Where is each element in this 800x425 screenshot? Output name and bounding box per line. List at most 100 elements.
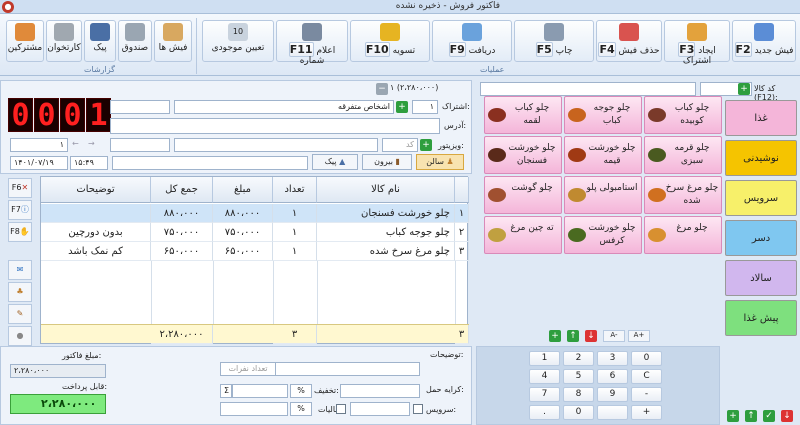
- keypad-key[interactable]: 6: [597, 369, 628, 384]
- tax-input[interactable]: [220, 402, 288, 416]
- service-checkbox[interactable]: [413, 404, 423, 414]
- food-item-button[interactable]: چلو مرغ: [644, 216, 722, 254]
- date-input[interactable]: ۱۴۰۱/۰۷/۱۹: [10, 156, 68, 170]
- category-button[interactable]: سرویس: [725, 180, 797, 216]
- customers-button[interactable]: مشترکین: [6, 20, 44, 62]
- keypad-key[interactable]: 9: [597, 387, 628, 402]
- table-row[interactable]: کم نمک باشد ۶۵۰،۰۰۰ ۶۵۰،۰۰۰ ۱ چلو مرغ سر…: [41, 242, 469, 261]
- address-input[interactable]: [110, 118, 440, 134]
- category-button[interactable]: غذا: [725, 100, 797, 136]
- food-item-button[interactable]: چلو قرمه سبزی: [644, 136, 722, 174]
- tax-checkbox[interactable]: [336, 404, 346, 414]
- food-item-button[interactable]: استامبولی پلو: [564, 176, 642, 214]
- category-button[interactable]: سالاد: [725, 260, 797, 296]
- sigma-icon[interactable]: Σ: [220, 384, 232, 398]
- phone-input[interactable]: [110, 100, 170, 114]
- category-button[interactable]: پیش غذا: [725, 300, 797, 336]
- food-item-button[interactable]: چلو خورشت قیمه: [564, 136, 642, 174]
- subscriber-name-input[interactable]: اشخاص متفرقه: [174, 100, 394, 114]
- discount-input[interactable]: [232, 384, 288, 398]
- row-description[interactable]: بدون دورچین: [41, 223, 151, 242]
- confirm-icon[interactable]: ✓: [763, 410, 775, 422]
- courier-type-button[interactable]: پیک ▲: [312, 154, 358, 170]
- add-icon[interactable]: +: [549, 330, 561, 342]
- food-item-button[interactable]: چلو مرغ سرخ شده: [644, 176, 722, 214]
- people-count-input[interactable]: تعداد نفرات: [220, 362, 276, 376]
- new-receipt-button[interactable]: F2 فیش جدید: [732, 20, 796, 62]
- info-button[interactable]: F7ⓘ: [8, 200, 32, 220]
- counter-input[interactable]: ۱: [10, 138, 68, 152]
- announce-number-button[interactable]: F11 اعلام شماره: [276, 20, 348, 66]
- product-search-input[interactable]: [480, 82, 696, 96]
- receipts-button[interactable]: فیش ها: [154, 20, 192, 62]
- settle-button[interactable]: F10 تسویه: [350, 20, 430, 62]
- keypad-key[interactable]: [597, 405, 628, 420]
- arrow-up-icon[interactable]: ↑: [567, 330, 579, 342]
- keypad-key[interactable]: 4: [529, 369, 560, 384]
- set-stock-button[interactable]: 10 تعیین موجودی: [202, 20, 274, 62]
- keypad-key[interactable]: 7: [529, 387, 560, 402]
- arrow-down-icon[interactable]: ↓: [585, 330, 597, 342]
- close-icon[interactable]: ●: [2, 1, 14, 13]
- row-quantity[interactable]: ۱: [273, 204, 317, 223]
- service-input[interactable]: [350, 402, 410, 416]
- takeout-type-button[interactable]: بیرون ▮: [362, 154, 412, 170]
- category-button[interactable]: نوشیدنی: [725, 140, 797, 176]
- font-increase-button[interactable]: A+: [628, 330, 650, 342]
- food-item-button[interactable]: چلو خورشت کرفس: [564, 216, 642, 254]
- add-subscriber-icon[interactable]: +: [396, 101, 408, 113]
- keypad-key[interactable]: -: [631, 387, 662, 402]
- visitor-code-input[interactable]: کد: [382, 138, 418, 152]
- subscriber-number-input[interactable]: ۱: [412, 100, 438, 114]
- time-input[interactable]: ۱۵:۴۹: [70, 156, 108, 170]
- row-quantity[interactable]: ۱: [273, 242, 317, 261]
- courier-button[interactable]: پیک: [84, 20, 116, 62]
- food-item-button[interactable]: چلو کباب لقمه: [484, 96, 562, 134]
- add-visitor-icon[interactable]: +: [420, 139, 432, 151]
- create-subscription-button[interactable]: F3 ایجاد اشتراک: [664, 20, 730, 66]
- food-item-button[interactable]: چلو خورشت فسنجان: [484, 136, 562, 174]
- salon-type-button[interactable]: سالن ♟: [416, 154, 464, 170]
- food-item-button[interactable]: ته چین مرغ: [484, 216, 562, 254]
- message-button[interactable]: ✉: [8, 260, 32, 280]
- food-item-button[interactable]: چلو جوجه کباب: [564, 96, 642, 134]
- note-input[interactable]: [112, 156, 308, 170]
- tax-percent-toggle[interactable]: %: [290, 402, 312, 416]
- row-quantity[interactable]: ۱: [273, 223, 317, 242]
- cashbox-button[interactable]: صندوق: [118, 20, 152, 62]
- food-item-button[interactable]: چلو کباب کوبیده: [644, 96, 722, 134]
- keypad-key[interactable]: 8: [563, 387, 594, 402]
- print-button[interactable]: F5 چاپ: [514, 20, 594, 62]
- font-decrease-button[interactable]: A-: [603, 330, 625, 342]
- bell-button[interactable]: ♣: [8, 282, 32, 302]
- keypad-key[interactable]: 2: [563, 351, 594, 366]
- delete-row-button[interactable]: F6✕: [8, 178, 32, 198]
- add-category-icon[interactable]: +: [727, 410, 739, 422]
- receive-button[interactable]: F9 دریافت: [432, 20, 512, 62]
- keypad-key[interactable]: C: [631, 369, 662, 384]
- row-description[interactable]: کم نمک باشد: [41, 242, 151, 261]
- discount-percent-toggle[interactable]: %: [290, 384, 312, 398]
- arrow-left-icon[interactable]: ←: [72, 139, 79, 148]
- visitor-name-input[interactable]: [174, 138, 378, 152]
- keypad-key[interactable]: +: [631, 405, 662, 420]
- keypad-key[interactable]: 0: [563, 405, 594, 420]
- food-item-button[interactable]: چلو گوشت: [484, 176, 562, 214]
- add-product-icon[interactable]: +: [738, 83, 750, 95]
- keypad-key[interactable]: 3: [597, 351, 628, 366]
- circle-button[interactable]: ●: [8, 326, 32, 346]
- shipping-input[interactable]: [340, 384, 420, 398]
- visitor-extra-input[interactable]: [110, 138, 170, 152]
- keypad-key[interactable]: 5: [563, 369, 594, 384]
- move-down-icon[interactable]: ↓: [781, 410, 793, 422]
- arrow-right-icon[interactable]: →: [88, 139, 95, 148]
- hand-button[interactable]: F8✋: [8, 222, 32, 242]
- collapse-icon[interactable]: −: [376, 83, 388, 95]
- row-description[interactable]: [41, 204, 151, 223]
- move-up-icon[interactable]: ↑: [745, 410, 757, 422]
- category-button[interactable]: دسر: [725, 220, 797, 256]
- table-row[interactable]: بدون دورچین ۷۵۰،۰۰۰ ۷۵۰،۰۰۰ ۱ چلو جوجه ک…: [41, 223, 469, 242]
- card-reader-button[interactable]: کارتخوان: [46, 20, 82, 62]
- keypad-key[interactable]: 0: [631, 351, 662, 366]
- delete-receipt-button[interactable]: F4 حذف فیش: [596, 20, 662, 62]
